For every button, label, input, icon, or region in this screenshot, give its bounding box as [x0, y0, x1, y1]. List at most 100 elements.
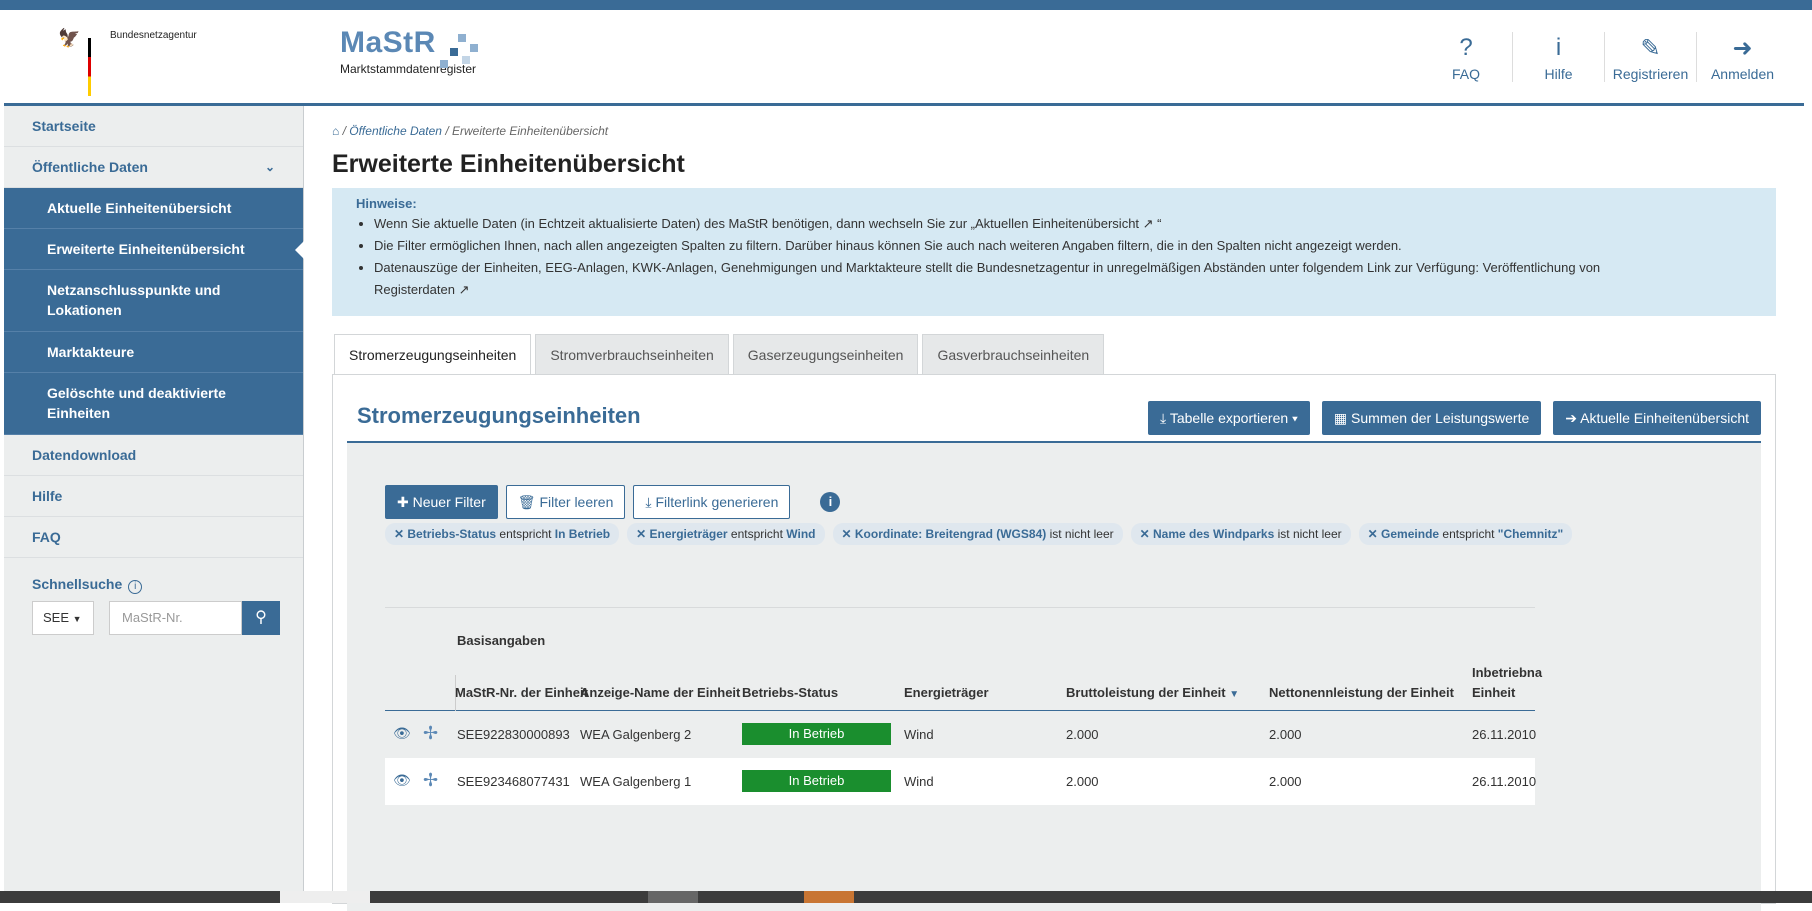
remove-filter-icon[interactable]: ✕ [1368, 527, 1381, 541]
sidebar-item-netzanschlusspunkte[interactable]: Netzanschlusspunkte und Lokationen [4, 270, 303, 332]
remove-filter-icon[interactable]: ✕ [842, 527, 855, 541]
select-value: SEE [43, 610, 70, 625]
table-row[interactable]: 👁 ✢ SEE922830000893 WEA Galgenberg 2 In … [385, 711, 1536, 758]
col-nettonennleistung[interactable]: Nettonennleistung der Einheit [1269, 685, 1454, 700]
quick-search-title: Schnellsuche i [32, 576, 143, 594]
anmelden-link[interactable]: ➜ Anmelden [1696, 32, 1788, 82]
col-inbetriebnahme[interactable]: Inbetriebna [1472, 665, 1542, 680]
generate-filterlink-button[interactable]: ⤓ Filterlink generieren [633, 485, 791, 519]
tab-stromerzeugung[interactable]: Stromerzeugungseinheiten [334, 334, 532, 374]
caret-down-icon: ▼ [72, 614, 82, 624]
remove-filter-icon[interactable]: ✕ [1140, 527, 1153, 541]
button-label: Filter leeren [539, 494, 614, 510]
bundesnetzagentur-logo[interactable]: 🦅 Bundesnetzagentur [58, 28, 197, 96]
tab-stromverbrauch[interactable]: Stromverbrauchseinheiten [535, 334, 729, 374]
tab-gaserzeugung[interactable]: Gaserzeugungseinheiten [732, 334, 919, 374]
external-link-icon: ↗ [1139, 216, 1154, 231]
sums-button[interactable]: ▦ Summen der Leistungswerte [1321, 401, 1542, 435]
breadcrumb-link[interactable]: Öffentliche Daten [349, 124, 442, 138]
filter-chip[interactable]: ✕ Betriebs-Status entspricht In Betrieb [385, 523, 620, 545]
hint-text: Wenn Sie aktuelle Daten (in Echtzeit akt… [374, 216, 971, 231]
taskbar-item[interactable] [804, 891, 854, 903]
filter-value: In Betrieb [554, 527, 611, 541]
sidebar-item-startseite[interactable]: Startseite [4, 106, 303, 147]
cell-date: 26.11.2010 [1472, 774, 1537, 789]
filter-buttons: ✚ Neuer Filter 🗑 Filter leeren ⤓ Filterl… [385, 485, 841, 519]
sidebar-item-marktakteure[interactable]: Marktakteure [4, 332, 303, 373]
new-filter-button[interactable]: ✚ Neuer Filter [385, 485, 498, 519]
search-button[interactable]: ⚲ [242, 601, 280, 635]
col-bruttoleistung[interactable]: Bruttoleistung der Einheit ▼ [1066, 685, 1239, 700]
hilfe-link[interactable]: i Hilfe [1512, 32, 1604, 82]
sidebar-item-hilfe[interactable]: Hilfe [4, 476, 303, 517]
registerdaten-link[interactable]: Registerdaten [374, 282, 455, 297]
table-row[interactable]: 👁 ✢ SEE923468077431 WEA Galgenberg 1 In … [385, 758, 1537, 805]
col-energietraeger[interactable]: Energieträger [904, 685, 989, 700]
info-icon[interactable]: i [820, 492, 841, 512]
cell-brutto: 2.000 [1066, 774, 1099, 789]
top-nav: ? FAQ i Hilfe ✎ Registrieren ➜ Anmelden [1420, 32, 1788, 82]
status-badge: In Betrieb [742, 770, 891, 792]
filter-chip[interactable]: ✕ Koordinate: Breitengrad (WGS84) ist ni… [832, 523, 1123, 545]
cell-mastr-nr: SEE922830000893 [457, 727, 570, 742]
status-badge: In Betrieb [742, 723, 891, 745]
cell-mastr-nr: SEE923468077431 [457, 774, 570, 789]
faq-label: FAQ [1451, 66, 1480, 82]
logo-dots-icon [440, 34, 480, 68]
filter-table-area: ✚ Neuer Filter 🗑 Filter leeren ⤓ Filterl… [347, 441, 1761, 911]
export-table-button[interactable]: ⤓ Tabelle exportieren ▾ [1148, 401, 1310, 435]
aktuelle-uebersicht-link[interactable]: „Aktuellen Einheitenübersicht [971, 216, 1139, 231]
button-label: Tabelle exportieren [1169, 410, 1289, 426]
eye-icon[interactable]: 👁 [393, 772, 411, 789]
registrieren-link[interactable]: ✎ Registrieren [1604, 32, 1696, 82]
anmelden-label: Anmelden [1710, 66, 1775, 82]
col-mastr-nr[interactable]: MaStR-Nr. der Einheit [455, 685, 588, 700]
sidebar-item-datendownload[interactable]: Datendownload [4, 435, 303, 476]
filter-chip[interactable]: ✕ Energieträger entspricht Wind [627, 523, 825, 545]
quick-search-input[interactable]: MaStR-Nr. [109, 601, 242, 635]
panel-title: Stromerzeugungseinheiten [357, 403, 641, 428]
col-status[interactable]: Betriebs-Status [742, 685, 838, 700]
hint-text: “ [1153, 216, 1162, 231]
sidebar-item-faq[interactable]: FAQ [4, 517, 303, 558]
col-inbetriebnahme-line2: Einheit [1472, 685, 1516, 700]
hint-item: Datenauszüge der Einheiten, EEG-Anlagen,… [374, 257, 1752, 301]
mastr-logo[interactable]: MaStR Marktstammdatenregister [340, 26, 478, 76]
clear-filter-button[interactable]: 🗑 Filter leeren [505, 485, 626, 519]
home-icon[interactable]: ⌂ [332, 124, 339, 138]
eye-icon[interactable]: 👁 [393, 725, 411, 742]
edit-icon: ✎ [1640, 35, 1661, 62]
col-name[interactable]: Anzeige-Name der Einheit [580, 685, 740, 700]
hint-text: Datenauszüge der Einheiten, EEG-Anlagen,… [374, 260, 1483, 275]
cell-energietraeger: Wind [904, 727, 934, 742]
filter-field: Name des Windparks [1153, 527, 1275, 541]
sidebar-item-aktuelle-einheiten[interactable]: Aktuelle Einheitenübersicht [4, 188, 303, 229]
divider [385, 607, 1535, 608]
taskbar-item[interactable] [648, 891, 698, 903]
sign-in-icon: ➜ [1732, 35, 1753, 62]
tab-gasverbrauch[interactable]: Gasverbrauchseinheiten [922, 334, 1105, 374]
active-filters: ✕ Betriebs-Status entspricht In Betrieb … [385, 523, 1573, 545]
wind-turbine-icon: ✢ [423, 770, 439, 790]
faq-link[interactable]: ? FAQ [1420, 32, 1512, 82]
taskbar-item[interactable] [280, 891, 370, 903]
info-icon[interactable]: i [128, 580, 143, 594]
hints-box: Hinweise: Wenn Sie aktuelle Daten (in Ec… [332, 188, 1776, 316]
cell-netto: 2.000 [1269, 774, 1302, 789]
current-overview-button[interactable]: ➔ Aktuelle Einheitenübersicht [1553, 401, 1761, 435]
remove-filter-icon[interactable]: ✕ [636, 527, 649, 541]
filter-chip[interactable]: ✕ Name des Windparks ist nicht leer [1130, 523, 1351, 545]
filter-chip[interactable]: ✕ Gemeinde entspricht "Chemnitz" [1358, 523, 1573, 545]
table-header: MaStR-Nr. der Einheit Anzeige-Name der E… [385, 653, 1542, 711]
quick-search-type-select[interactable]: SEE ▼ [32, 601, 94, 635]
sidebar-item-geloeschte-einheiten[interactable]: Gelöschte und deaktivierte Einheiten [4, 373, 303, 435]
sidebar-item-oeffentliche-daten[interactable]: Öffentliche Daten ⌄ [4, 147, 303, 188]
search-icon: ⚲ [255, 609, 267, 626]
remove-filter-icon[interactable]: ✕ [394, 527, 407, 541]
veroeffentlichung-link[interactable]: Veröffentlichung von [1483, 260, 1601, 275]
unit-type-tabs: Stromerzeugungseinheiten Stromverbrauchs… [334, 334, 1105, 374]
download-icon: ⤓ [645, 494, 656, 510]
hint-item: Wenn Sie aktuelle Daten (in Echtzeit akt… [374, 213, 1752, 235]
sort-desc-icon[interactable]: ▼ [1229, 689, 1239, 700]
sidebar-item-erweiterte-einheiten[interactable]: Erweiterte Einheitenübersicht [4, 229, 304, 270]
